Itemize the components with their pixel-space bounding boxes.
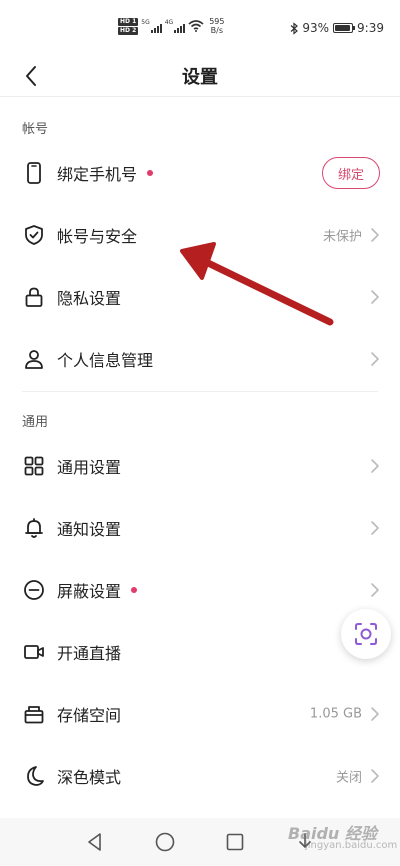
speed-value: 595 xyxy=(209,17,225,26)
grid-icon xyxy=(24,456,44,476)
row-label: 个人信息管理 xyxy=(57,347,153,371)
battery-icon xyxy=(333,23,356,33)
hd1-badge: HD 1 xyxy=(118,17,139,26)
section-label-general: 通用 xyxy=(22,415,49,430)
notification-dot xyxy=(131,587,138,593)
row-value: 1.05 GB xyxy=(309,706,362,722)
signal-4g: 4G xyxy=(164,19,186,33)
row-storage[interactable]: 存储空间 1.05 GB xyxy=(0,684,400,744)
scan-icon xyxy=(355,623,377,645)
net1-label: 5G xyxy=(141,19,150,26)
nav-recents-icon[interactable] xyxy=(224,831,246,853)
bluetooth-icon xyxy=(290,21,299,35)
page-title: 设置 xyxy=(182,67,218,88)
signal-5g: 5G xyxy=(141,19,162,33)
notification-dot xyxy=(147,170,154,176)
chevron-right-icon xyxy=(371,583,379,597)
row-label: 深色模式 xyxy=(57,764,121,788)
wifi-icon xyxy=(188,20,204,32)
chevron-right-icon xyxy=(371,769,379,783)
row-account-security[interactable]: 帐号与安全 未保护 xyxy=(0,205,400,265)
header-divider xyxy=(0,96,400,97)
bind-button[interactable]: 绑定 xyxy=(322,157,380,189)
shield-check-icon xyxy=(25,225,43,245)
hd2-badge: HD 2 xyxy=(118,26,139,35)
row-label: 隐私设置 xyxy=(57,285,121,309)
row-label: 帐号与安全 xyxy=(57,223,137,247)
row-privacy[interactable]: 隐私设置 xyxy=(0,267,400,327)
row-label: 通知设置 xyxy=(57,516,121,540)
row-label-text: 屏蔽设置 xyxy=(57,582,122,601)
row-label: 开通直播 xyxy=(57,640,121,664)
chevron-right-icon xyxy=(371,228,379,242)
row-notification[interactable]: 通知设置 xyxy=(0,498,400,558)
row-label-text: 通知设置 xyxy=(57,520,122,539)
row-label-text: 隐私设置 xyxy=(57,289,122,308)
signal-bars-icon xyxy=(150,24,162,33)
row-value: 未保护 xyxy=(322,229,362,245)
hd-badges: HD 1 HD 2 xyxy=(118,17,139,35)
minus-circle-icon xyxy=(24,580,44,600)
chevron-right-icon xyxy=(371,707,379,721)
nav-back-icon[interactable] xyxy=(84,831,106,853)
clock: 9:39 xyxy=(357,21,384,35)
row-label-text: 通用设置 xyxy=(57,458,122,477)
app-header: 设置 xyxy=(0,56,400,96)
row-value: 关闭 xyxy=(335,770,362,786)
chevron-right-icon xyxy=(371,352,379,366)
row-general-settings[interactable]: 通用设置 xyxy=(0,436,400,496)
row-label: 存储空间 xyxy=(57,702,121,726)
row-label-text: 绑定手机号 xyxy=(57,165,138,184)
row-live[interactable]: 开通直播 xyxy=(0,622,400,682)
row-label-text: 帐号与安全 xyxy=(57,227,138,246)
speed-unit: B/s xyxy=(210,26,224,35)
row-label: 绑定手机号 xyxy=(57,161,154,185)
chevron-right-icon xyxy=(371,459,379,473)
bell-icon xyxy=(25,518,43,538)
chevron-right-icon xyxy=(371,521,379,535)
row-label: 屏蔽设置 xyxy=(57,578,138,602)
video-camera-icon xyxy=(24,645,44,659)
row-label-text: 存储空间 xyxy=(57,706,122,725)
row-dark-mode[interactable]: 深色模式 关闭 xyxy=(0,746,400,806)
section-label-account: 帐号 xyxy=(22,122,49,137)
row-block[interactable]: 屏蔽设置 xyxy=(0,560,400,620)
nav-home-icon[interactable] xyxy=(154,831,176,853)
phone-icon xyxy=(27,162,41,184)
net2-label: 4G xyxy=(164,19,174,26)
person-icon xyxy=(25,350,43,369)
status-bar-right: 93% 9:39 xyxy=(290,21,384,35)
network-speed: 595 B/s xyxy=(209,17,224,35)
row-personal-info[interactable]: 个人信息管理 xyxy=(0,329,400,389)
row-bind-phone[interactable]: 绑定手机号 绑定 xyxy=(0,143,400,203)
battery-percent: 93% xyxy=(302,21,330,35)
watermark-url: jingyan.baidu.com xyxy=(305,840,398,851)
box-icon xyxy=(24,706,44,724)
floating-scan-button[interactable] xyxy=(341,609,391,659)
signal-bars-icon xyxy=(174,24,186,33)
section-divider xyxy=(22,391,378,392)
lock-icon xyxy=(25,287,43,307)
row-label-text: 深色模式 xyxy=(57,768,122,787)
status-bar-network: HD 1 HD 2 5G 4G 595 B/s xyxy=(118,17,224,35)
chevron-right-icon xyxy=(371,290,379,304)
row-label: 通用设置 xyxy=(57,454,121,478)
row-label-text: 开通直播 xyxy=(57,644,122,663)
status-bar: HD 1 HD 2 5G 4G 595 B/s 93% 9:39 xyxy=(0,0,400,58)
moon-icon xyxy=(27,766,44,786)
row-label-text: 个人信息管理 xyxy=(57,351,154,370)
